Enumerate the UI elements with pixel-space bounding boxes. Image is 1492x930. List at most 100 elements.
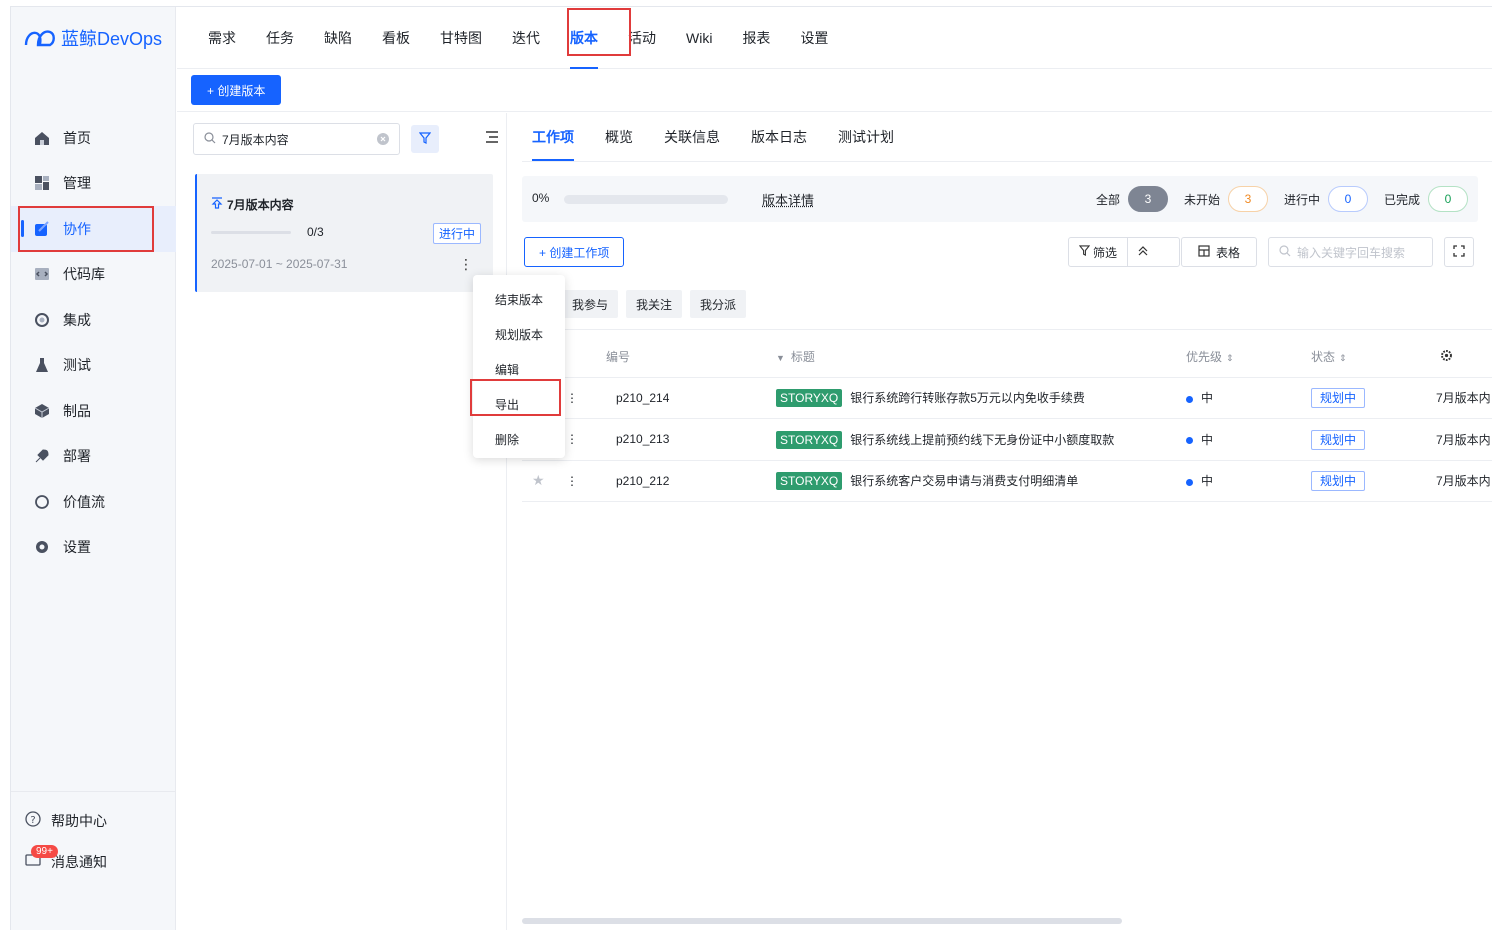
keyword-search-input[interactable]: 输入关键字回车搜索 [1268,237,1433,267]
col-id-label: 编号 [606,350,631,365]
menu-item-end-version[interactable]: 结束版本 [473,282,565,317]
row-menu-icon[interactable]: ⋮ [562,418,606,461]
tab-activity[interactable]: 活动 [628,7,656,69]
notifications[interactable]: 99+ 消息通知 [11,841,176,882]
count-all-pill[interactable]: 3 [1127,186,1168,212]
sidebar-item-manage[interactable]: 管理 [11,161,176,207]
row-status[interactable]: 规划中 [1311,429,1366,450]
tab-test-plan[interactable]: 测试计划 [838,113,894,161]
sidebar-item-label: 价值流 [63,493,105,510]
tab-tasks[interactable]: 任务 [266,7,294,69]
code-repo-icon [33,265,51,283]
tab-reports[interactable]: 报表 [742,7,770,69]
table-row[interactable]: ⋮ p210_214 STORYXQ 银行系统跨行转账存款5万元以内免收手续费 中… [522,377,1492,419]
tab-gantt[interactable]: 甘特图 [440,7,482,69]
table-row[interactable]: ★ ⋮ p210_212 STORYXQ 银行系统客户交易申请与消费支付明细清单 … [522,460,1492,502]
version-card[interactable]: 7月版本内容 0/3 进行中 2025-07-01 ~ 2025-07-31 ⋮ [195,174,493,292]
table-icon [1198,244,1210,260]
version-detail-link[interactable]: 版本详情 [762,190,814,209]
filter-button[interactable] [411,125,439,153]
col-settings[interactable] [1436,337,1492,378]
tab-related-info[interactable]: 关联信息 [664,113,720,161]
tab-board[interactable]: 看板 [382,7,410,69]
row-menu-icon[interactable]: ⋮ [562,460,606,502]
sidebar-item-integration[interactable]: 集成 [11,297,176,343]
row-id: p210_212 [606,460,776,502]
tab-iterations[interactable]: 迭代 [512,7,540,69]
row-title: 银行系统线上提前预约线下无身份证中小额度取款 [850,432,1115,447]
row-title-cell[interactable]: STORYXQ 银行系统跨行转账存款5万元以内免收手续费 [776,377,1186,419]
col-status[interactable]: 状态 ⇕ [1311,337,1436,378]
divider [522,161,1492,162]
row-menu-icon[interactable]: ⋮ [562,377,606,419]
deploy-icon [33,447,51,465]
tab-requirements[interactable]: 需求 [208,7,236,69]
filter-button[interactable]: 筛选 [1069,238,1129,266]
sort-icon: ⇕ [1339,353,1347,364]
sidebar-item-deploy[interactable]: 部署 [11,434,176,480]
row-priority: 中 [1201,432,1214,447]
menu-item-plan-version[interactable]: 规划版本 [473,317,565,352]
sidebar-item-value-stream[interactable]: 价值流 [11,479,176,525]
chip-participating[interactable]: 我参与 [562,290,619,318]
tab-wiki[interactable]: Wiki [686,7,712,69]
tab-work-items[interactable]: 工作项 [532,113,574,161]
version-search-input[interactable]: 7月版本内容 [193,123,400,155]
row-status[interactable]: 规划中 [1311,471,1366,492]
horizontal-scrollbar[interactable] [522,918,1122,924]
col-id[interactable]: 编号 [606,337,776,378]
tab-overview[interactable]: 概览 [605,113,633,161]
row-title: 银行系统客户交易申请与消费支付明细清单 [850,474,1079,489]
type-tag: STORYXQ [776,472,843,491]
help-center-label: 帮助中心 [51,812,107,829]
tab-version-log[interactable]: 版本日志 [751,113,807,161]
sidebar-item-settings[interactable]: 设置 [11,525,176,571]
list-menu-button[interactable] [485,130,499,147]
col-title[interactable]: ▼ 标题 [776,337,1186,378]
row-title-cell[interactable]: STORYXQ 银行系统线上提前预约线下无身份证中小额度取款 [776,418,1186,461]
fullscreen-icon [1453,244,1465,260]
artifact-icon [33,402,51,420]
more-options-icon[interactable]: ⋮ [459,256,473,273]
collapse-icon[interactable] [1128,245,1158,260]
clear-icon[interactable] [377,133,389,148]
menu-item-delete[interactable]: 删除 [473,422,565,457]
sort-icon: ⇕ [1226,353,1234,364]
row-title-cell[interactable]: STORYXQ 银行系统客户交易申请与消费支付明细清单 [776,460,1186,502]
tab-defects[interactable]: 缺陷 [324,7,352,69]
sidebar-item-label: 集成 [63,311,91,328]
row-version: 7月版本内 [1436,377,1492,419]
sidebar-nav: 首页 管理 协作 代码库 集成 测试 制品 部署 价值流 设置 [11,115,176,570]
star-icon[interactable]: ★ [522,460,562,502]
count-done-pill[interactable]: 0 [1428,186,1468,212]
help-center[interactable]: ? 帮助中心 [11,800,176,841]
fullscreen-button[interactable] [1444,237,1474,267]
sidebar-item-artifact[interactable]: 制品 [11,388,176,434]
status-counts: 全部 3 未开始 3 进行中 0 已完成 0 [1096,186,1468,212]
count-in-progress-pill[interactable]: 0 [1327,186,1368,212]
table-row[interactable]: ⋮ p210_213 STORYXQ 银行系统线上提前预约线下无身份证中小额度取款… [522,418,1492,461]
create-work-item-button[interactable]: + 创建工作项 [524,237,625,267]
gear-icon [1440,349,1453,365]
sidebar-item-home[interactable]: 首页 [11,115,176,161]
logo[interactable]: 蓝鲸DevOps [23,25,162,51]
chip-following[interactable]: 我关注 [626,290,683,318]
highlight-box-versions-tab [567,8,631,56]
row-status[interactable]: 规划中 [1311,388,1366,409]
list-menu-icon [485,131,499,147]
row-version: 7月版本内 [1436,418,1492,461]
sidebar-item-test[interactable]: 测试 [11,343,176,389]
view-switch-button[interactable]: 表格 [1181,237,1257,267]
chip-assigned[interactable]: 我分派 [690,290,747,318]
version-date-range: 2025-07-01 ~ 2025-07-31 [211,257,348,271]
row-title: 银行系统跨行转账存款5万元以内免收手续费 [850,391,1085,406]
view-label: 表格 [1215,245,1240,260]
create-version-button[interactable]: + 创建版本 [191,75,282,105]
top-nav: 需求 任务 缺陷 看板 甘特图 迭代 版本 活动 Wiki 报表 设置 [177,7,1492,69]
count-not-started-pill[interactable]: 3 [1227,186,1268,212]
tab-settings[interactable]: 设置 [800,7,828,69]
row-priority: 中 [1201,474,1214,489]
sidebar-item-code-repo[interactable]: 代码库 [11,252,176,298]
settings-icon [33,538,51,556]
col-priority[interactable]: 优先级 ⇕ [1186,337,1311,378]
